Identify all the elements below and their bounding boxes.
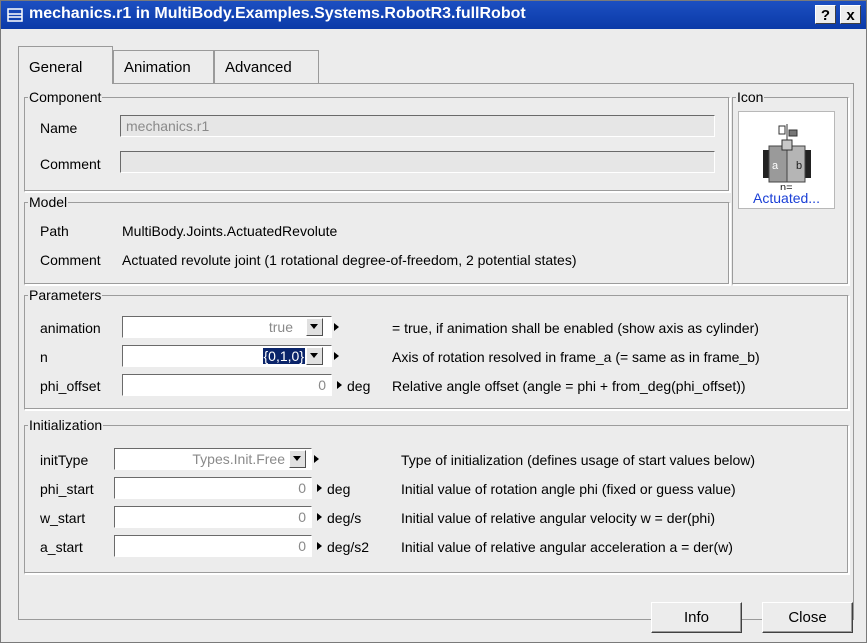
model-group-label: Model bbox=[29, 194, 68, 210]
phi-offset-input[interactable]: 0 bbox=[122, 374, 332, 396]
icon-caption: Actuated... bbox=[753, 190, 820, 206]
path-label: Path bbox=[40, 223, 69, 239]
component-group: Component bbox=[24, 89, 730, 192]
init-name-inittype: initType bbox=[40, 452, 89, 468]
actuated-revolute-icon: a b n= bbox=[763, 124, 811, 190]
close-button[interactable]: Close bbox=[762, 602, 853, 633]
param-name-n: n bbox=[40, 349, 48, 365]
phi-offset-modifier-arrow-icon[interactable] bbox=[337, 381, 342, 389]
model-comment-value: Actuated revolute joint (1 rotational de… bbox=[122, 252, 577, 268]
init-name-phi-start: phi_start bbox=[40, 481, 94, 497]
icon-glyph-b: b bbox=[796, 160, 802, 172]
n-value: {0,1,0} bbox=[262, 348, 305, 364]
init-unit-phi-start: deg bbox=[327, 481, 351, 497]
init-desc-w-start: Initial value of relative angular veloci… bbox=[401, 510, 715, 526]
phi-start-input[interactable]: 0 bbox=[114, 477, 312, 499]
path-value: MultiBody.Joints.ActuatedRevolute bbox=[122, 223, 338, 239]
param-unit-phi-offset: deg bbox=[347, 378, 371, 394]
a-start-modifier-arrow-icon[interactable] bbox=[317, 542, 322, 550]
w-start-input[interactable]: 0 bbox=[114, 506, 312, 528]
param-name-animation: animation bbox=[40, 320, 101, 336]
init-desc-a-start: Initial value of relative angular accele… bbox=[401, 539, 733, 555]
animation-modifier-arrow-icon[interactable] bbox=[334, 323, 339, 331]
a-start-input[interactable]: 0 bbox=[114, 535, 312, 557]
param-desc-animation: = true, if animation shall be enabled (s… bbox=[392, 320, 759, 336]
inittype-dropdown[interactable]: Types.Init.Free bbox=[114, 448, 312, 470]
parameters-group-label: Parameters bbox=[29, 287, 102, 303]
init-unit-a-start: deg/s2 bbox=[327, 539, 370, 555]
n-modifier-arrow-icon[interactable] bbox=[334, 352, 339, 360]
w-start-modifier-arrow-icon[interactable] bbox=[317, 513, 322, 521]
init-unit-w-start: deg/s bbox=[327, 510, 362, 526]
comment-label: Comment bbox=[40, 156, 101, 172]
init-desc-inittype: Type of initialization (defines usage of… bbox=[401, 452, 756, 468]
component-group-label: Component bbox=[29, 89, 102, 105]
icon-group-label: Icon bbox=[737, 89, 764, 105]
model-icon-preview[interactable]: a b n= Actuated... bbox=[738, 111, 835, 209]
n-dropdown-button[interactable] bbox=[306, 347, 323, 365]
inittype-dropdown-button[interactable] bbox=[289, 450, 306, 468]
param-name-phi-offset: phi_offset bbox=[40, 378, 101, 394]
model-comment-label: Comment bbox=[40, 252, 101, 268]
phi-start-modifier-arrow-icon[interactable] bbox=[317, 484, 322, 492]
animation-dropdown[interactable]: true bbox=[122, 316, 332, 338]
init-desc-phi-start: Initial value of rotation angle phi (fix… bbox=[401, 481, 736, 497]
info-button[interactable]: Info bbox=[651, 602, 742, 633]
name-field[interactable]: mechanics.r1 bbox=[120, 115, 715, 137]
param-desc-phi-offset: Relative angle offset (angle = phi + fro… bbox=[392, 378, 746, 394]
initialization-group-label: Initialization bbox=[29, 417, 103, 433]
comment-field[interactable] bbox=[120, 151, 715, 173]
init-name-w-start: w_start bbox=[40, 510, 86, 526]
init-name-a-start: a_start bbox=[40, 539, 83, 555]
inittype-modifier-arrow-icon[interactable] bbox=[314, 455, 319, 463]
name-label: Name bbox=[40, 120, 78, 136]
animation-dropdown-button[interactable] bbox=[306, 318, 323, 336]
dialog-window: mechanics.r1 in MultiBody.Examples.Syste… bbox=[0, 0, 867, 643]
icon-glyph-a: a bbox=[772, 160, 779, 172]
icon-glyph-n: n= bbox=[780, 182, 793, 190]
n-dropdown[interactable]: {0,1,0} bbox=[122, 345, 332, 367]
param-desc-n: Axis of rotation resolved in frame_a (= … bbox=[392, 349, 760, 365]
model-group: Model bbox=[24, 194, 730, 285]
